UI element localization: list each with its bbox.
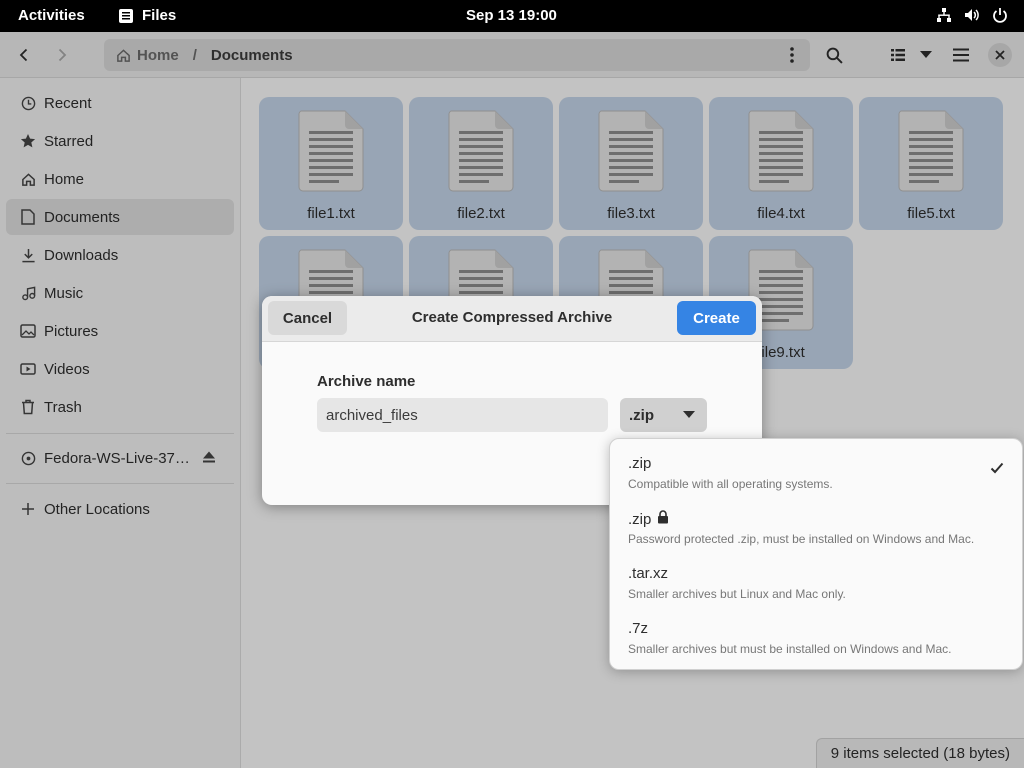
- format-option-description: Compatible with all operating systems.: [628, 477, 833, 491]
- format-option-7z[interactable]: .7z Smaller archives but must be install…: [610, 620, 1022, 672]
- format-option-title: .zip: [628, 510, 652, 528]
- format-option-title: .zip: [628, 455, 652, 472]
- archive-name-input[interactable]: archived_files: [317, 398, 608, 432]
- app-name: Files: [142, 7, 177, 24]
- app-menu[interactable]: Files: [118, 7, 176, 24]
- format-option-zip-encrypted[interactable]: .zip Password protected .zip, must be in…: [610, 510, 1022, 562]
- archive-name-label: Archive name: [317, 373, 416, 390]
- format-dropdown[interactable]: .zip: [620, 398, 707, 432]
- format-option-title: .tar.xz: [628, 565, 669, 582]
- power-icon[interactable]: [992, 7, 1008, 23]
- format-option-zip[interactable]: .zip Compatible with all operating syste…: [610, 455, 1022, 507]
- format-option-title: .7z: [628, 620, 649, 637]
- format-option-description: Password protected .zip, must be install…: [628, 532, 975, 546]
- system-tray[interactable]: [936, 7, 1008, 23]
- volume-icon[interactable]: [964, 7, 980, 23]
- lock-icon: [657, 510, 669, 528]
- activities-button[interactable]: Activities: [18, 7, 85, 24]
- format-dropdown-value: .zip: [629, 406, 654, 424]
- format-option-description: Smaller archives but Linux and Mac only.: [628, 587, 846, 601]
- dropdown-arrow-icon: [683, 411, 695, 418]
- create-button[interactable]: Create: [677, 301, 756, 335]
- format-option-tar-xz[interactable]: .tar.xz Smaller archives but Linux and M…: [610, 565, 1022, 617]
- clock[interactable]: Sep 13 19:00: [466, 7, 557, 24]
- checkmark-icon: [990, 461, 1004, 478]
- files-app-icon: [119, 8, 133, 23]
- network-icon[interactable]: [936, 7, 952, 23]
- format-option-description: Smaller archives but must be installed o…: [628, 642, 952, 656]
- top-bar: Activities Files Sep 13 19:00: [0, 0, 1024, 32]
- dialog-header: Cancel Create Compressed Archive Create: [262, 296, 762, 342]
- format-popover: .zip Compatible with all operating syste…: [609, 438, 1023, 670]
